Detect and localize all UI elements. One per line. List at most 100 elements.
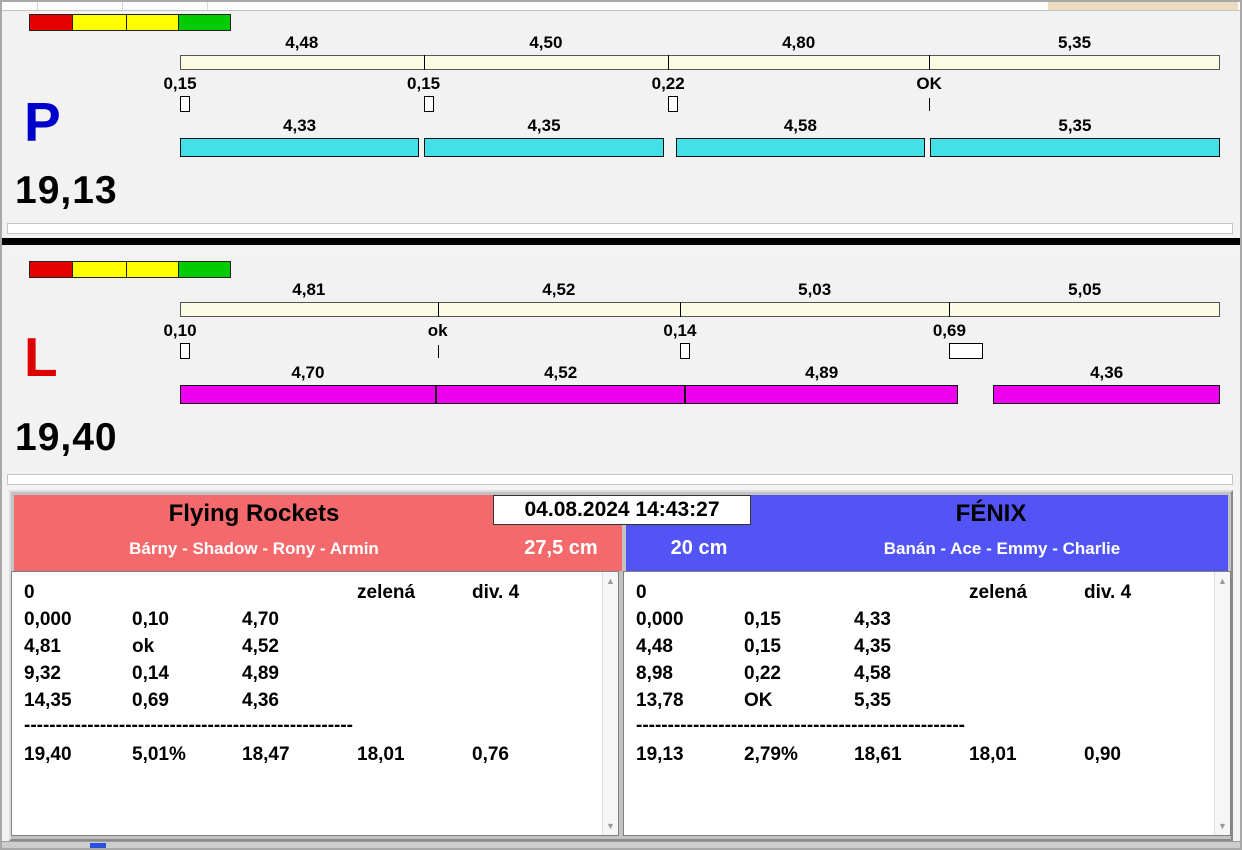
traffic-light-bar	[29, 14, 231, 31]
right-team-dogs: Banán - Ace - Emmy - Charlie	[883, 539, 1121, 558]
status-strip	[7, 223, 1233, 234]
taskbar-chip	[90, 843, 106, 848]
pass-marker-box	[180, 96, 190, 112]
result-cell	[472, 607, 601, 634]
result-cell: 18,61	[854, 744, 902, 765]
segment-divider	[438, 302, 440, 317]
lane-total-time-P: 19,13	[15, 169, 118, 212]
run-bar	[180, 138, 1220, 158]
split-time-label: 4,50	[529, 33, 563, 52]
pass-time-label: 0,22	[651, 74, 685, 93]
right-scrollbar[interactable]: ▲ ▼	[1214, 572, 1230, 835]
result-cell: 13,78	[636, 690, 684, 711]
run-time-label: 4,36	[1090, 363, 1124, 382]
left-jump-height: 27,5 cm	[524, 537, 598, 559]
traffic-light-segment	[30, 15, 72, 30]
run-time-label: 4,89	[805, 363, 839, 382]
result-row: 8,98 0,22 4,58	[636, 661, 1213, 688]
result-cell	[132, 580, 242, 607]
result-row: 0,000 0,15 4,33	[636, 607, 1213, 634]
result-cell: 4,36	[242, 690, 279, 711]
result-cell: 0,10	[132, 609, 169, 630]
scoreboard-header: Flying Rockets Bárny - Shadow - Rony - A…	[14, 495, 1228, 571]
run-bar-segment	[435, 385, 686, 404]
result-row: 13,78 OK 5,35	[636, 688, 1213, 715]
top-strip-divider	[207, 2, 208, 10]
split-times-row: 4,81 4,52 5,03 5,05	[180, 280, 1220, 300]
traffic-light-segment	[178, 15, 230, 30]
top-strip-divider	[37, 2, 38, 10]
result-cell: div. 4	[472, 582, 520, 603]
result-cell: 4,48	[636, 636, 673, 657]
result-cell: 4,33	[854, 609, 891, 630]
run-bar-segment	[676, 138, 925, 157]
result-cell	[472, 661, 601, 688]
left-scrollbar[interactable]: ▲ ▼	[602, 572, 618, 835]
pass-time-label: 0,15	[163, 74, 197, 93]
result-cell	[854, 580, 969, 607]
pass-time-label: 0,10	[163, 321, 197, 340]
result-cell: 8,98	[636, 663, 673, 684]
scroll-up-icon[interactable]: ▲	[603, 575, 618, 587]
pass-time-label: OK	[916, 74, 942, 93]
result-cell: 18,01	[969, 744, 1017, 765]
split-time-label: 4,81	[292, 280, 326, 299]
traffic-light-segment	[72, 15, 126, 30]
result-row: 0 zelená div. 4	[636, 580, 1213, 607]
result-cell: 19,13	[636, 744, 684, 765]
run-times-row: 4,33 4,35 4,58 5,35	[180, 116, 1220, 136]
split-time-label: 4,80	[782, 33, 816, 52]
result-cell: 19,40	[24, 744, 72, 765]
pass-time-label: 0,15	[407, 74, 441, 93]
result-cell: 0	[636, 582, 647, 603]
split-time-label: 5,03	[798, 280, 832, 299]
pass-times-row: 0,10 ok 0,14 0,69	[163, 321, 1220, 341]
run-bar-segment	[993, 385, 1220, 404]
segment-divider	[948, 302, 950, 317]
split-time-label: 5,05	[1068, 280, 1102, 299]
result-cell: 4,81	[24, 636, 61, 657]
scroll-down-icon[interactable]: ▼	[1215, 820, 1230, 832]
pass-marker-box	[423, 96, 434, 112]
result-cell: zelená	[969, 582, 1028, 603]
left-results-box: 0 zelená div. 4 0,000 0,10 4,70 4,81 ok 4,52 9,32…	[11, 571, 619, 836]
result-cell: ok	[132, 636, 155, 657]
pass-marker-wide-box	[949, 343, 984, 359]
scoreboard-panel: Flying Rockets Bárny - Shadow - Rony - A…	[9, 490, 1233, 841]
run-bar-segment	[180, 385, 436, 404]
result-cell: OK	[744, 690, 773, 711]
result-cell: 0,90	[1084, 744, 1121, 765]
pass-time-label: 0,69	[932, 321, 966, 340]
pass-marker-box	[668, 96, 679, 112]
pass-time-label: 0,14	[663, 321, 697, 340]
timestamp: 04.08.2024 14:43:27	[493, 495, 751, 525]
run-bar	[180, 385, 1220, 405]
result-cell: 18,47	[242, 744, 290, 765]
result-row: 14,35 0,69 4,36	[24, 688, 601, 715]
result-cell: 0,000	[24, 609, 72, 630]
result-cell	[1084, 661, 1213, 688]
scroll-up-icon[interactable]: ▲	[1215, 575, 1230, 587]
right-jump-height: 20 cm	[670, 537, 728, 559]
scroll-down-icon[interactable]: ▼	[603, 820, 618, 832]
top-strip-accent	[1048, 2, 1238, 10]
lane-total-time-L: 19,40	[15, 416, 118, 459]
result-cell	[1084, 634, 1213, 661]
separator-row: ----------------------------------------…	[24, 715, 354, 736]
segment-divider	[424, 55, 426, 70]
result-cell: 0,15	[744, 636, 781, 657]
result-cell: 0,76	[472, 744, 509, 765]
traffic-light-segment	[126, 262, 178, 277]
run-time-label: 4,70	[291, 363, 325, 382]
result-cell: 4,58	[854, 663, 891, 684]
result-cell	[969, 661, 1084, 688]
result-cell: 0,22	[744, 663, 781, 684]
result-cell: zelená	[357, 582, 416, 603]
app-window: P 4,48 4,50 4,80 5,35 0,15 0,15 0,22 OK 4,33 4,…	[0, 0, 1242, 850]
lane-divider	[2, 238, 1240, 245]
window-bottom-strip	[2, 841, 1240, 848]
result-cell: 0,69	[132, 690, 169, 711]
split-bar	[180, 302, 1220, 317]
pass-time-label: ok	[427, 321, 448, 340]
status-strip	[7, 474, 1233, 485]
